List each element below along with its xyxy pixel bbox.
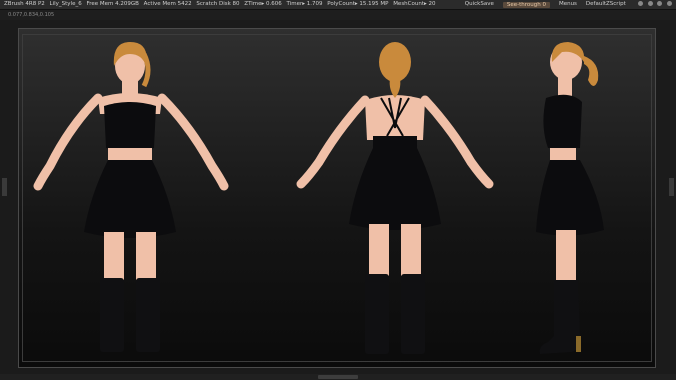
title-bar: ZBrush 4R8 P2 Lily_Style_6 Free Mem 4.20… xyxy=(0,0,676,10)
document-name: Lily_Style_6 xyxy=(49,1,82,7)
see-through-slider[interactable]: See-through 0 xyxy=(502,1,550,8)
right-tray-handle[interactable] xyxy=(669,178,674,196)
side-figure xyxy=(536,42,604,354)
timer: Timer▸ 1.709 xyxy=(286,1,323,7)
character-side-view xyxy=(536,42,604,354)
app-name: ZBrush 4R8 P2 xyxy=(4,1,45,7)
menus-toggle[interactable]: Menus xyxy=(559,0,577,9)
minimize-icon[interactable] xyxy=(647,1,653,6)
default-zscript-button[interactable]: DefaultZScript xyxy=(586,0,626,9)
bottom-tray-handle[interactable] xyxy=(318,375,358,379)
maximize-icon[interactable] xyxy=(657,1,663,6)
title-bar-status: ZBrush 4R8 P2 Lily_Style_6 Free Mem 4.20… xyxy=(4,0,439,9)
character-front-view xyxy=(33,42,229,352)
help-icon[interactable] xyxy=(637,1,643,6)
mesh-count: MeshCount▸ 20 xyxy=(393,1,436,7)
front-figure xyxy=(33,42,229,352)
sub-bar: 0.077,0.834,0.105 xyxy=(0,10,676,20)
bottom-bar xyxy=(0,374,676,380)
poly-count: PolyCount▸ 15.195 MP xyxy=(327,1,389,7)
close-icon[interactable] xyxy=(667,1,672,6)
back-figure xyxy=(296,42,494,354)
coordinates-readout: 0.077,0.834,0.105 xyxy=(8,12,55,18)
left-tray-handle[interactable] xyxy=(2,178,7,196)
window-controls xyxy=(635,0,672,9)
character-back-view xyxy=(296,42,494,354)
scratch-disk: Scratch Disk 80 xyxy=(196,1,240,7)
quicksave-button[interactable]: QuickSave xyxy=(465,0,494,9)
free-mem: Free Mem 4.209GB xyxy=(86,1,139,7)
ztime: ZTime▸ 0.606 xyxy=(244,1,282,7)
active-mem: Active Mem 5422 xyxy=(143,1,192,7)
title-bar-controls: QuickSave See-through 0 Menus DefaultZSc… xyxy=(465,0,672,9)
